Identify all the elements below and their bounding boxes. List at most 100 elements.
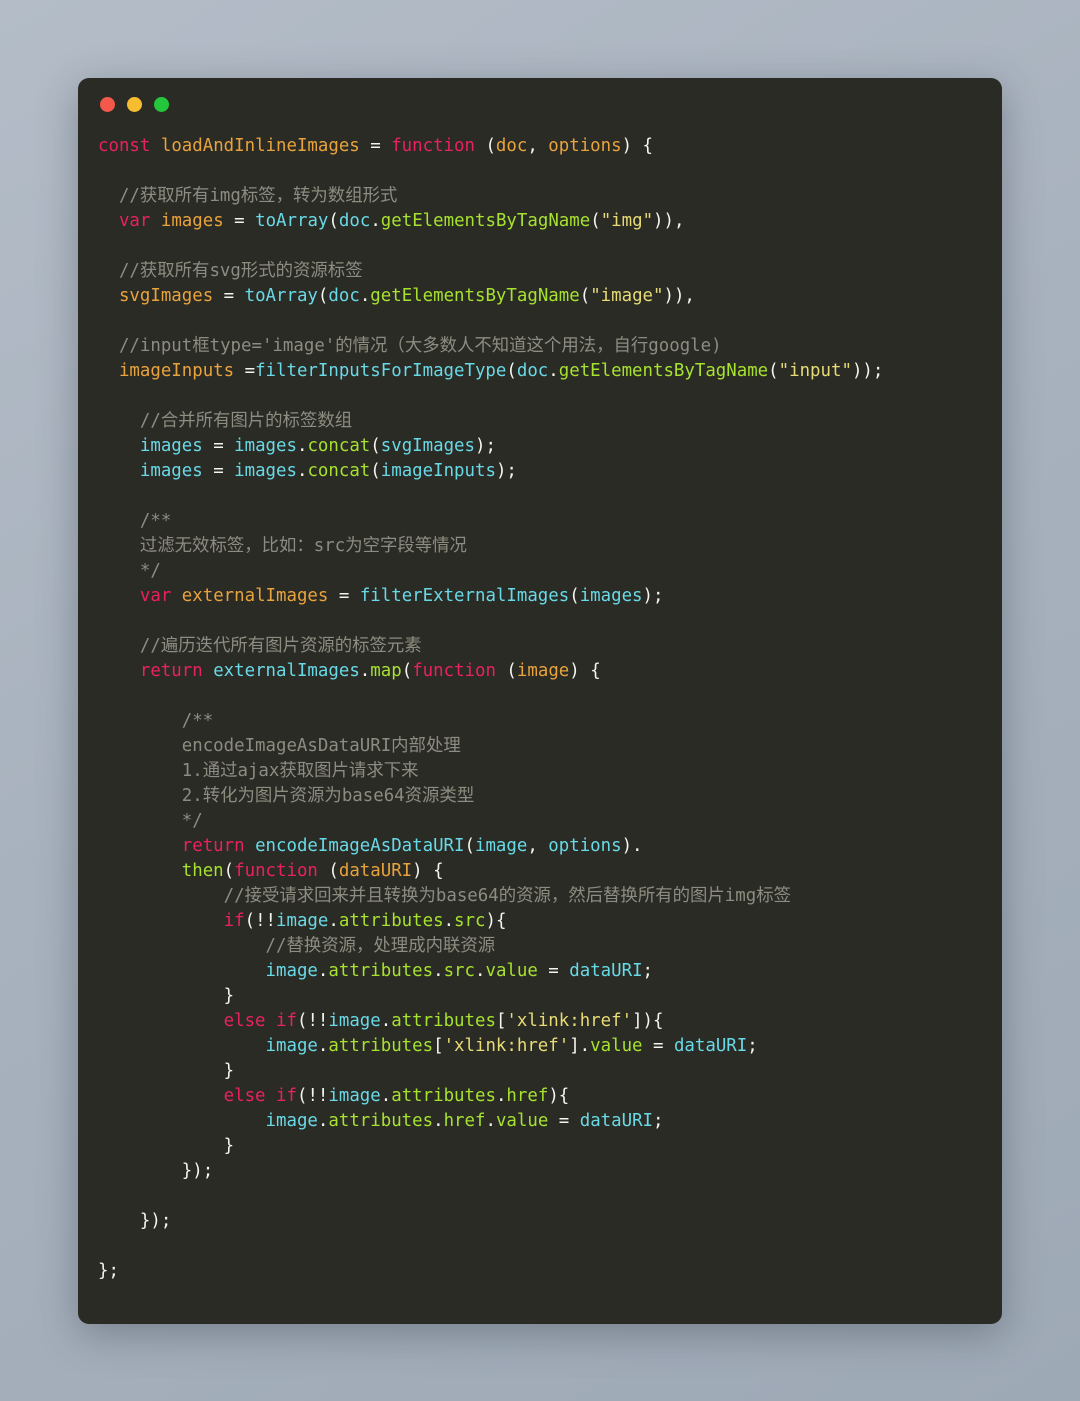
- code-token: href: [443, 1111, 486, 1131]
- code-token: ) {: [412, 861, 444, 881]
- code-line: image.attributes['xlink:href'].value = d…: [98, 1034, 1002, 1059]
- code-token: (!!: [296, 1086, 329, 1106]
- code-token: const: [98, 136, 151, 156]
- code-token: encodeImageAsDataURI: [255, 836, 465, 856]
- code-token: //替换资源，处理成内联资源: [98, 936, 496, 956]
- code-token: ;: [653, 1111, 664, 1131]
- code-token: value: [495, 1111, 549, 1131]
- code-token: dataURI: [338, 861, 413, 881]
- code-token: doc: [516, 361, 549, 381]
- code-token: value: [485, 961, 538, 981]
- code-token: .: [296, 436, 308, 456]
- code-token: images: [234, 436, 297, 456]
- code-token: function: [234, 861, 318, 881]
- code-line: return encodeImageAsDataURI(image, optio…: [98, 834, 1002, 859]
- code-token: ;: [747, 1036, 758, 1056]
- code-token: (: [506, 361, 517, 381]
- code-token: 'xlink:href': [506, 1011, 633, 1031]
- code-line: image.attributes.src.value = dataURI;: [98, 959, 1002, 984]
- code-token: (: [317, 286, 329, 306]
- code-line: then(function (dataURI) {: [98, 859, 1002, 884]
- code-token: .: [548, 361, 559, 381]
- code-token: ){: [548, 1086, 570, 1106]
- code-token: encodeImageAsDataURI内部处理: [98, 736, 461, 756]
- code-token: function: [391, 136, 475, 156]
- zoom-button-dot[interactable]: [154, 96, 169, 112]
- code-token: .: [485, 1111, 496, 1131]
- code-token: attributes: [328, 961, 434, 981]
- code-token: image: [276, 911, 329, 931]
- code-token: 过滤无效标签，比如：src为空字段等情况: [98, 536, 467, 556]
- code-token: (: [579, 286, 591, 306]
- code-token: toArray: [244, 286, 318, 306]
- code-token: .: [317, 961, 329, 981]
- code-token: =: [642, 1036, 674, 1056]
- code-token: )),: [653, 211, 685, 231]
- code-token: //获取所有img标签，转为数组形式: [98, 186, 398, 206]
- code-token: .: [370, 211, 381, 231]
- code-token: .: [443, 911, 455, 931]
- code-token: //遍历迭代所有图片资源的标签元素: [98, 636, 422, 656]
- code-token: dataURI: [673, 1036, 748, 1056]
- code-token: function: [412, 661, 496, 681]
- code-token: filterInputsForImageType: [255, 361, 507, 381]
- code-token: image: [265, 961, 318, 981]
- code-token: */: [98, 811, 203, 831]
- code-token: (: [401, 661, 413, 681]
- code-token: ) {: [621, 136, 654, 156]
- code-token: doc: [495, 136, 528, 156]
- code-line: images = images.concat(imageInputs);: [98, 459, 1002, 484]
- code-token: //接受请求回来并且转换为base64的资源，然后替换所有的图片img标签: [98, 886, 791, 906]
- code-line: //合并所有图片的标签数组: [98, 409, 1002, 434]
- code-block[interactable]: const loadAndInlineImages = function (do…: [98, 134, 1002, 1284]
- code-line: });: [98, 1209, 1002, 1234]
- code-token: /**: [98, 511, 172, 531]
- code-token: (: [464, 836, 475, 856]
- code-token: var: [118, 211, 151, 231]
- code-token: .: [317, 1111, 329, 1131]
- code-line: /**: [98, 509, 1002, 534]
- code-token: //获取所有svg形式的资源标签: [98, 261, 363, 281]
- close-button-dot[interactable]: [100, 96, 115, 112]
- code-token: ){: [485, 911, 507, 931]
- code-token: .: [474, 961, 486, 981]
- code-snippet-window: const loadAndInlineImages = function (do…: [78, 78, 1002, 1324]
- code-token: if: [276, 1011, 297, 1031]
- code-token: return: [181, 836, 245, 856]
- minimize-button-dot[interactable]: [127, 96, 142, 112]
- code-token: image: [474, 836, 528, 856]
- code-token: doc: [338, 211, 371, 231]
- code-token: .: [495, 1086, 507, 1106]
- code-token: "image": [590, 286, 664, 306]
- code-token: }: [98, 986, 235, 1006]
- code-token: )),: [663, 286, 695, 306]
- code-token: image: [328, 1086, 381, 1106]
- code-line: return externalImages.map(function (imag…: [98, 659, 1002, 684]
- code-token: svgImages: [118, 286, 214, 306]
- code-token: .: [380, 1011, 392, 1031]
- code-token: .: [359, 286, 371, 306]
- code-token: 2.转化为图片资源为base64资源类型: [98, 786, 475, 806]
- code-token: (: [223, 861, 235, 881]
- code-token: ].: [569, 1036, 591, 1056]
- code-token: doc: [328, 286, 360, 306]
- code-token: =: [548, 1111, 580, 1131]
- code-token: imageInputs: [380, 461, 496, 481]
- code-token: ;: [642, 961, 654, 981]
- code-line: image.attributes.href.value = dataURI;: [98, 1109, 1002, 1134]
- code-token: ).: [621, 836, 643, 856]
- window-titlebar: [78, 78, 1002, 130]
- code-token: getElementsByTagName: [558, 361, 769, 381]
- code-token: =: [537, 961, 570, 981]
- code-token: }: [98, 1136, 235, 1156]
- code-line: encodeImageAsDataURI内部处理: [98, 734, 1002, 759]
- code-token: imageInputs: [118, 361, 235, 381]
